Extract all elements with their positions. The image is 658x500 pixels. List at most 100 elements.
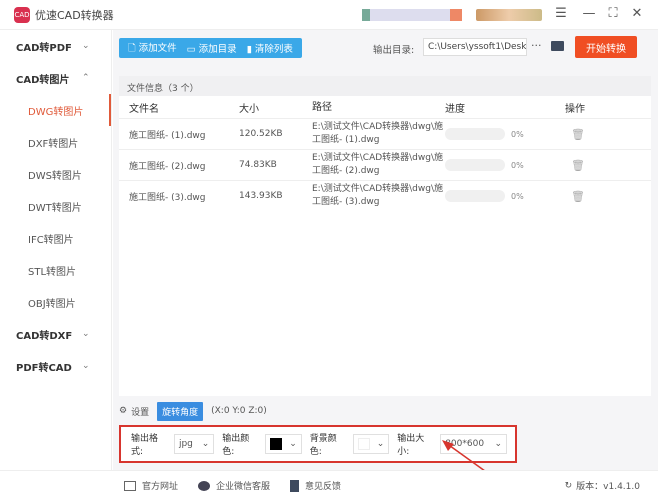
progress-percent: 0%: [511, 129, 524, 139]
start-convert-button[interactable]: 开始转换: [575, 36, 637, 58]
sidebar-item-stl[interactable]: STL转图片: [0, 254, 111, 286]
more-icon[interactable]: ···: [531, 39, 542, 52]
minimize-icon[interactable]: —: [580, 6, 598, 21]
table-row[interactable]: 施工图纸- (2).dwg 74.83KB E:\测试文件\CAD转换器\dwg…: [119, 149, 651, 180]
bg-label: 背景颜色:: [309, 434, 337, 457]
website-label: 官方网址: [142, 482, 179, 492]
group-label: CAD转DXF: [16, 330, 73, 342]
rotate-button[interactable]: 旋转角度: [157, 401, 204, 421]
sidebar: CAD转PDF ⌄ CAD转图片 ⌃ DWG转图片 DXF转图片 DWS转图片 DW…: [0, 30, 112, 470]
file-toolbar: 🗋 添加文件 ▭ 添加目录 ▮ 清除列表: [119, 38, 302, 58]
maximize-icon[interactable]: ⛶: [604, 6, 622, 21]
chevron-down-icon: ⌄: [201, 439, 210, 449]
folder-icon[interactable]: [551, 41, 564, 51]
group-label: CAD转PDF: [16, 42, 72, 54]
color-label: 输出颜色:: [222, 434, 250, 457]
sidebar-item-dwg[interactable]: DWG转图片: [0, 94, 111, 126]
file-size: 120.52KB: [239, 129, 283, 139]
progress-percent: 0%: [511, 160, 524, 170]
version-label: 版本：v1.4.1.0: [576, 482, 640, 492]
col-name: 文件名: [129, 103, 159, 115]
trash-icon[interactable]: 🗑: [565, 190, 625, 203]
format-select[interactable]: jpg ⌄: [173, 434, 215, 454]
output-dir-input[interactable]: C:\Users\yssoft1\Desktop: [423, 38, 527, 56]
settings-label[interactable]: 设置: [131, 405, 149, 418]
file-info-header: 文件信息（3 个）: [119, 76, 651, 96]
bg-select[interactable]: ⌄: [352, 434, 390, 454]
format-value: jpg: [178, 439, 193, 449]
feedback-link[interactable]: 意见反馈: [290, 479, 341, 492]
wechat-label: 企业微信客服: [216, 482, 271, 492]
feedback-label: 意见反馈: [305, 482, 342, 492]
progress-bar: [445, 159, 505, 171]
app-logo: CAD: [14, 6, 30, 23]
chevron-down-icon: ⌄: [82, 41, 90, 51]
color-swatch: [270, 438, 283, 450]
file-name: 施工图纸- (2).dwg: [129, 161, 206, 172]
sidebar-group-cad-image[interactable]: CAD转图片 ⌃: [0, 62, 111, 94]
settings-bar: ⚙ 设置 旋转角度 (X:0 Y:0 Z:0): [119, 400, 267, 422]
group-label: CAD转图片: [16, 74, 70, 86]
chevron-down-icon: ⌄: [289, 439, 297, 449]
chevron-down-icon: ⌄: [82, 361, 90, 371]
sidebar-item-dws[interactable]: DWS转图片: [0, 158, 111, 190]
file-path: E:\测试文件\CAD转换器\dwg\施工图纸- (2).dwg: [312, 153, 444, 176]
color-select[interactable]: ⌄: [265, 434, 302, 454]
menu-icon[interactable]: ☰: [552, 6, 570, 21]
group-label: PDF转CAD: [16, 362, 72, 374]
blurred-user: [476, 9, 542, 21]
gear-icon: ⚙: [119, 406, 128, 416]
col-action: 操作: [565, 103, 585, 115]
footer: 官方网址 企业微信客服 意见反馈 ↻ 版本：v1.4.1.0: [0, 470, 658, 500]
file-size: 74.83KB: [239, 160, 277, 170]
sidebar-item-obj[interactable]: OBJ转图片: [0, 286, 111, 318]
sidebar-group-cad-pdf[interactable]: CAD转PDF ⌄: [0, 30, 111, 62]
file-progress: 0%: [445, 128, 565, 140]
file-path: E:\测试文件\CAD转换器\dwg\施工图纸- (1).dwg: [312, 122, 444, 145]
sidebar-item-dwt[interactable]: DWT转图片: [0, 190, 111, 222]
file-progress: 0%: [445, 190, 565, 202]
rotation-value: (X:0 Y:0 Z:0): [211, 406, 267, 416]
clear-list-button[interactable]: ▮ 清除列表: [247, 41, 293, 55]
file-size: 143.93KB: [239, 191, 283, 201]
website-icon: [124, 480, 136, 491]
trash-icon[interactable]: 🗑: [565, 128, 625, 141]
progress-bar: [445, 128, 505, 140]
main-area: 🗋 添加文件 ▭ 添加目录 ▮ 清除列表 输出目录: C:\Users\ysso…: [113, 30, 658, 485]
file-list-panel: 文件信息（3 个） 文件名 大小 路径 进度 操作 施工图纸- (1).dwg …: [119, 76, 651, 396]
website-link[interactable]: 官方网址: [124, 479, 178, 492]
size-label: 输出大小:: [397, 434, 425, 457]
add-file-button[interactable]: 🗋 添加文件: [128, 40, 177, 57]
table-header: 文件名 大小 路径 进度 操作: [119, 96, 651, 118]
feedback-icon: [290, 479, 300, 492]
refresh-icon: ↻: [564, 480, 573, 491]
title-bar: CAD 优速CAD转换器 ☰ — ⛶ ✕: [0, 0, 658, 30]
bg-swatch: [357, 438, 370, 450]
progress-percent: 0%: [511, 191, 524, 201]
wechat-icon: [198, 480, 211, 491]
col-path: 路径: [312, 101, 332, 113]
add-folder-button[interactable]: ▭ 添加目录: [187, 41, 237, 55]
file-progress: 0%: [445, 159, 565, 171]
progress-bar: [445, 190, 505, 202]
app-title: 优速CAD转换器: [35, 8, 114, 22]
chevron-down-icon: ⌄: [82, 329, 90, 339]
col-progress: 进度: [445, 103, 465, 115]
close-icon[interactable]: ✕: [628, 6, 646, 21]
sidebar-item-ifc[interactable]: IFC转图片: [0, 222, 111, 254]
file-path: E:\测试文件\CAD转换器\dwg\施工图纸- (3).dwg: [312, 184, 444, 207]
version-info: ↻ 版本：v1.4.1.0: [564, 479, 640, 493]
chevron-down-icon: ⌄: [376, 439, 385, 449]
file-name: 施工图纸- (1).dwg: [129, 130, 206, 141]
output-dir-label: 输出目录:: [373, 45, 415, 56]
table-row[interactable]: 施工图纸- (1).dwg 120.52KB E:\测试文件\CAD转换器\dw…: [119, 118, 651, 149]
sidebar-group-cad-dxf[interactable]: CAD转DXF ⌄: [0, 318, 111, 350]
format-label: 输出格式:: [131, 434, 159, 457]
wechat-link[interactable]: 企业微信客服: [198, 479, 270, 492]
sidebar-item-dxf[interactable]: DXF转图片: [0, 126, 111, 158]
trash-icon[interactable]: 🗑: [565, 159, 625, 172]
file-name: 施工图纸- (3).dwg: [129, 192, 206, 203]
sidebar-group-pdf-cad[interactable]: PDF转CAD ⌄: [0, 350, 111, 382]
table-row[interactable]: 施工图纸- (3).dwg 143.93KB E:\测试文件\CAD转换器\dw…: [119, 180, 651, 211]
chevron-up-icon: ⌃: [82, 73, 90, 83]
